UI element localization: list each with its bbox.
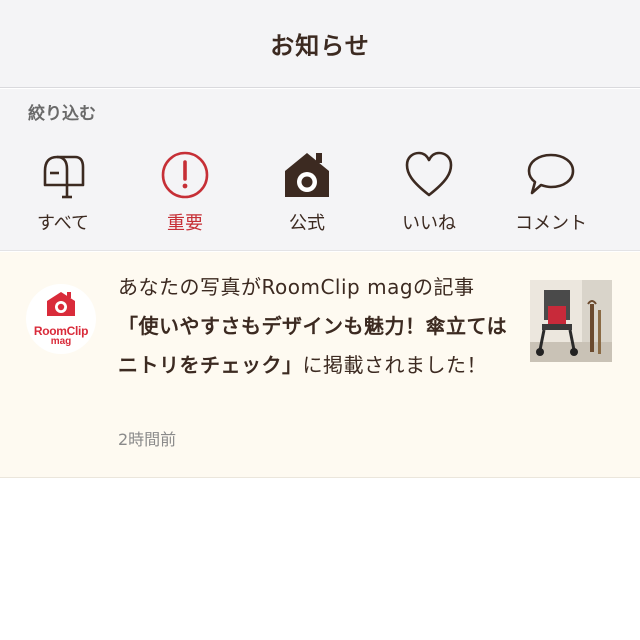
photo-thumbnail[interactable] [530, 280, 612, 362]
filter-label-comments: コメント [515, 213, 587, 234]
message-text-after: に掲載されました！ [302, 353, 487, 377]
roomclip-house-icon [279, 147, 335, 203]
heart-icon [401, 147, 457, 203]
filter-label: 絞り込む [28, 104, 96, 124]
filter-label-likes: いいね [402, 213, 456, 234]
avatar[interactable]: RoomClip mag [26, 284, 96, 354]
notification-item[interactable]: RoomClip mag あなたの写真がRoomClip magの記事「使いやす… [0, 252, 640, 478]
exclamation-circle-icon [157, 147, 213, 203]
mailbox-icon [35, 147, 91, 203]
filter-all[interactable]: すべて [8, 147, 118, 237]
avatar-brand-sub: mag [50, 336, 72, 347]
page-title: お知らせ [270, 32, 370, 60]
message-text-before: あなたの写真がRoomClip magの記事 [118, 275, 475, 299]
filter-area: 絞り込む すべて 重要 公式 いいね コメント [0, 89, 640, 251]
notification-timestamp: 2時間前 [118, 430, 177, 449]
filter-label-important: 重要 [167, 213, 203, 234]
speech-bubble-icon [523, 147, 579, 203]
filter-comments[interactable]: コメント [496, 147, 606, 237]
header-bar: お知らせ [0, 0, 640, 88]
notification-message: あなたの写真がRoomClip magの記事「使いやすさもデザインも魅力！傘立て… [118, 268, 512, 385]
filter-important[interactable]: 重要 [130, 147, 240, 237]
filter-official[interactable]: 公式 [252, 147, 362, 237]
roomclip-logo-icon [45, 291, 77, 321]
filter-label-official: 公式 [289, 213, 325, 234]
filter-label-all: すべて [36, 213, 90, 234]
filter-likes[interactable]: いいね [374, 147, 484, 237]
